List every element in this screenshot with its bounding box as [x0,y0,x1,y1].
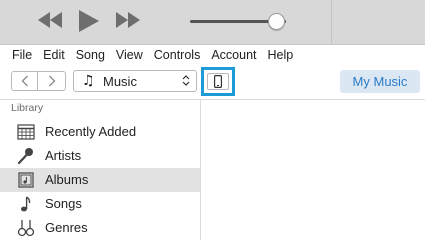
menu-help[interactable]: Help [262,45,299,65]
forward-button[interactable] [38,71,66,91]
up-down-arrows-icon [182,74,190,90]
sidebar-item-albums[interactable]: Albums [0,168,200,192]
music-note-icon [17,195,35,213]
toolbar: ♫ Music My Music [0,65,425,99]
library-selector-value: Music [103,74,137,89]
sidebar: Library Recently Added Artists Albums So… [0,100,201,240]
volume-knob[interactable] [268,13,286,30]
sidebar-item-recently-added[interactable]: Recently Added [0,120,200,144]
sidebar-item-label: Genres [45,220,88,235]
main-content [201,100,425,240]
menu-edit[interactable]: Edit [37,45,70,65]
chevron-left-icon [21,75,28,87]
iphone-icon [214,75,222,88]
fast-forward-icon[interactable] [115,12,141,28]
sidebar-heading: Library [11,102,44,114]
chevron-right-icon [48,75,55,87]
nav-buttons [11,71,67,91]
menu-controls[interactable]: Controls [148,45,206,65]
menu-file[interactable]: File [0,45,37,65]
menu-song[interactable]: Song [70,45,110,65]
music-note-icon: ♫ [82,73,95,89]
menu-account[interactable]: Account [205,45,261,65]
sidebar-item-label: Songs [45,196,82,211]
player-bar [0,0,425,45]
sidebar-item-label: Recently Added [45,124,137,139]
menu-bar: File Edit Song View Controls Account Hel… [0,45,425,65]
sidebar-item-label: Albums [45,172,89,187]
rewind-icon[interactable] [37,12,63,28]
instruments-icon [17,219,35,237]
menu-view[interactable]: View [110,45,148,65]
sidebar-item-songs[interactable]: Songs [0,192,200,216]
my-music-button[interactable]: My Music [340,70,420,93]
sidebar-item-artists[interactable]: Artists [0,144,200,168]
microphone-icon [17,147,35,165]
itunes-window: File Edit Song View Controls Account Hel… [0,0,425,240]
device-button-frame [207,73,229,90]
library-selector[interactable]: ♫ Music [73,70,197,92]
sidebar-item-genres[interactable]: Genres [0,216,200,240]
player-divider [331,0,332,44]
sidebar-item-label: Artists [45,148,82,163]
calendar-grid-icon [17,123,35,141]
play-icon[interactable] [78,9,100,33]
device-button[interactable] [201,67,235,96]
back-button[interactable] [11,71,38,91]
album-icon [17,171,35,189]
